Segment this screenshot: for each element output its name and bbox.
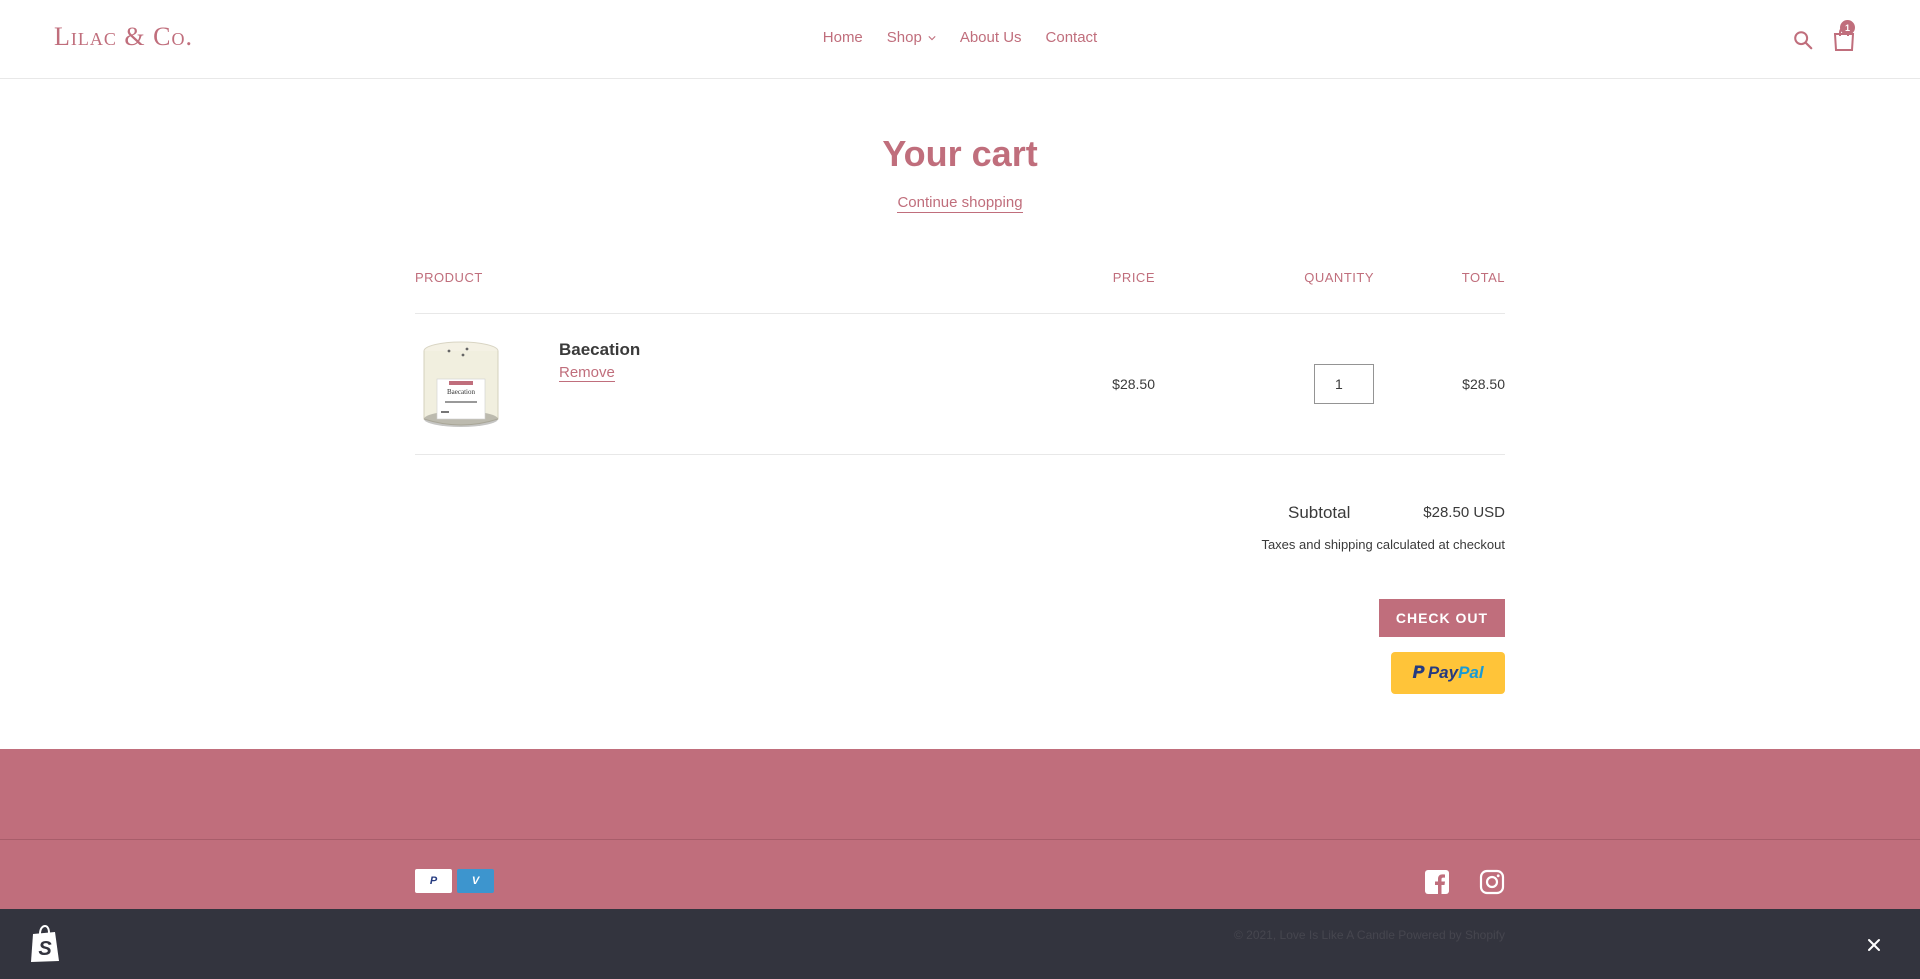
paypal-button[interactable]: 𝙋 Pay Pal (1391, 652, 1505, 694)
product-image-label: Baecation (447, 388, 475, 396)
item-total: $28.50 (1462, 376, 1505, 392)
subtotal-value: $28.50 USD (1423, 504, 1505, 521)
column-price: Price (1112, 270, 1155, 285)
shopify-admin-bar: S © 2021, Love Is Like A Candle Powered … (0, 909, 1920, 979)
product-name[interactable]: Baecation (559, 340, 640, 360)
paypal-label-pal: Pal (1458, 663, 1484, 682)
paypal-icon: 𝙋 (1412, 663, 1425, 682)
product-image[interactable]: Baecation (419, 339, 503, 431)
column-quantity: Quantity (1304, 270, 1374, 285)
cart-table-header: Product Price Quantity Total (415, 270, 1505, 314)
item-price: $28.50 (1112, 376, 1155, 392)
cart-line-item: Baecation Baecation Remove $28.50 $28.50 (415, 315, 1505, 455)
continue-shopping-link[interactable]: Continue shopping (897, 194, 1023, 213)
svg-text:S: S (38, 938, 52, 960)
facebook-icon[interactable] (1424, 869, 1450, 895)
main-nav: Home Shop About Us Contact (0, 29, 1920, 46)
column-product: Product (415, 270, 483, 285)
quantity-input[interactable] (1314, 364, 1374, 404)
venmo-payment-icon: V (457, 869, 494, 893)
nav-about[interactable]: About Us (960, 29, 1022, 46)
continue-shopping: Continue shopping (0, 194, 1920, 213)
instagram-icon[interactable] (1479, 869, 1505, 895)
shopify-bag-icon[interactable]: S (28, 924, 62, 964)
site-header: Lilac & Co. Home Shop About Us Contact 1 (0, 0, 1920, 79)
site-footer: P V (0, 749, 1920, 909)
subtotal-label: Subtotal (1288, 503, 1351, 522)
chevron-down-icon (928, 35, 936, 40)
nav-home[interactable]: Home (823, 29, 863, 46)
cart-count-badge: 1 (1840, 20, 1855, 35)
remove-item-link[interactable]: Remove (559, 364, 615, 382)
paypal-label-pay: Pay (1427, 663, 1459, 682)
nav-shop-label: Shop (886, 29, 922, 46)
footer-copyright: © 2021, Love Is Like A Candle Powered by… (1233, 928, 1505, 942)
checkout-button[interactable]: Check out (1379, 599, 1505, 637)
close-icon[interactable] (1866, 937, 1882, 953)
paypal-payment-icon: P (415, 869, 452, 893)
column-total: Total (1461, 270, 1505, 285)
search-icon[interactable] (1792, 29, 1814, 51)
tax-note: Taxes and shipping calculated at checkou… (1261, 537, 1505, 552)
footer-divider (0, 839, 1920, 840)
nav-shop[interactable]: Shop (887, 29, 936, 46)
nav-contact[interactable]: Contact (1046, 29, 1098, 46)
page-title: Your cart (882, 133, 1038, 174)
